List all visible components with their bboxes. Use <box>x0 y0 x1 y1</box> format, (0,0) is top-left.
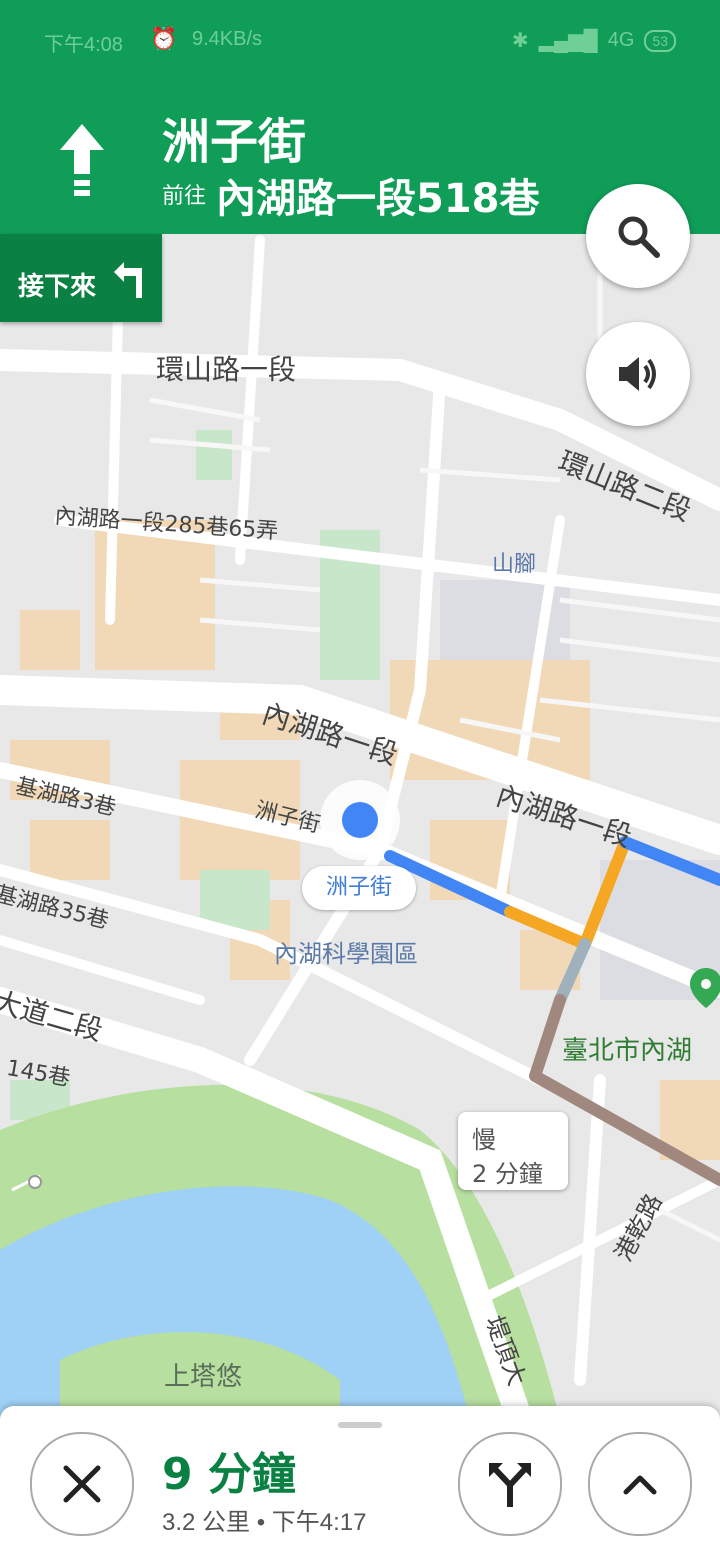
volume-icon <box>619 357 656 391</box>
signal-icon: ▂▄▆█ <box>538 30 598 52</box>
exit-navigation-button[interactable] <box>30 1432 134 1536</box>
traffic-callout[interactable]: 慢 2 分鐘 <box>458 1112 568 1190</box>
map-label-shangtayou: 上塔悠 <box>164 1362 243 1392</box>
arrival-time: 下午4:17 <box>271 1509 367 1536</box>
sound-button[interactable] <box>586 322 690 426</box>
map-label-huanshan-1: 環山路一段 <box>156 353 297 386</box>
alternate-routes-button[interactable] <box>458 1432 562 1536</box>
separator-dot: • <box>256 1509 272 1536</box>
next-label: 接下來 <box>18 272 97 302</box>
straight-arrow-icon <box>60 124 104 196</box>
expand-sheet-button[interactable] <box>588 1432 692 1536</box>
eta-duration: 9 分鐘 <box>162 1449 296 1500</box>
sheet-drag-handle[interactable] <box>338 1422 382 1428</box>
turn-left-icon <box>114 262 142 298</box>
close-icon <box>63 1465 101 1503</box>
bluetooth-icon: ✱ <box>511 30 529 52</box>
network-type: 4G <box>607 29 635 51</box>
map-label-park: 內湖科學園區 <box>274 940 418 968</box>
current-location-marker[interactable] <box>320 780 400 860</box>
map-label-shanjiao: 山腳 <box>492 552 537 577</box>
search-icon <box>618 216 660 258</box>
next-maneuver-panel[interactable]: 接下來 <box>0 234 162 322</box>
status-time: 下午4:08 <box>44 34 123 56</box>
traffic-delay: 2 分鐘 <box>472 1160 543 1188</box>
next-street: 內湖路一段518巷 <box>216 176 540 222</box>
trip-details: 3.2 公里 • 下午4:17 <box>162 1502 367 1537</box>
alternate-routes-icon <box>489 1463 531 1507</box>
battery-level: 53 <box>644 29 676 52</box>
status-bar: 下午4:08 ⏰ 9.4KB/s ✱ ▂▄▆█ 4G 53 <box>0 0 720 74</box>
map-label-taipei-neihu: 臺北市內湖 <box>562 1036 693 1066</box>
status-net-speed: 9.4KB/s <box>192 28 263 50</box>
traffic-status: 慢 <box>472 1126 496 1154</box>
search-button[interactable] <box>586 184 690 288</box>
alarm-icon: ⏰ <box>150 26 178 51</box>
chevron-up-icon <box>623 1475 657 1495</box>
toward-prefix: 前往 <box>162 184 207 209</box>
current-street: 洲子街 <box>162 114 307 170</box>
trip-summary-sheet[interactable]: 9 分鐘 3.2 公里 • 下午4:17 <box>0 1406 720 1560</box>
current-location-label: 洲子街 <box>302 866 416 910</box>
trip-distance: 3.2 公里 <box>162 1509 251 1536</box>
